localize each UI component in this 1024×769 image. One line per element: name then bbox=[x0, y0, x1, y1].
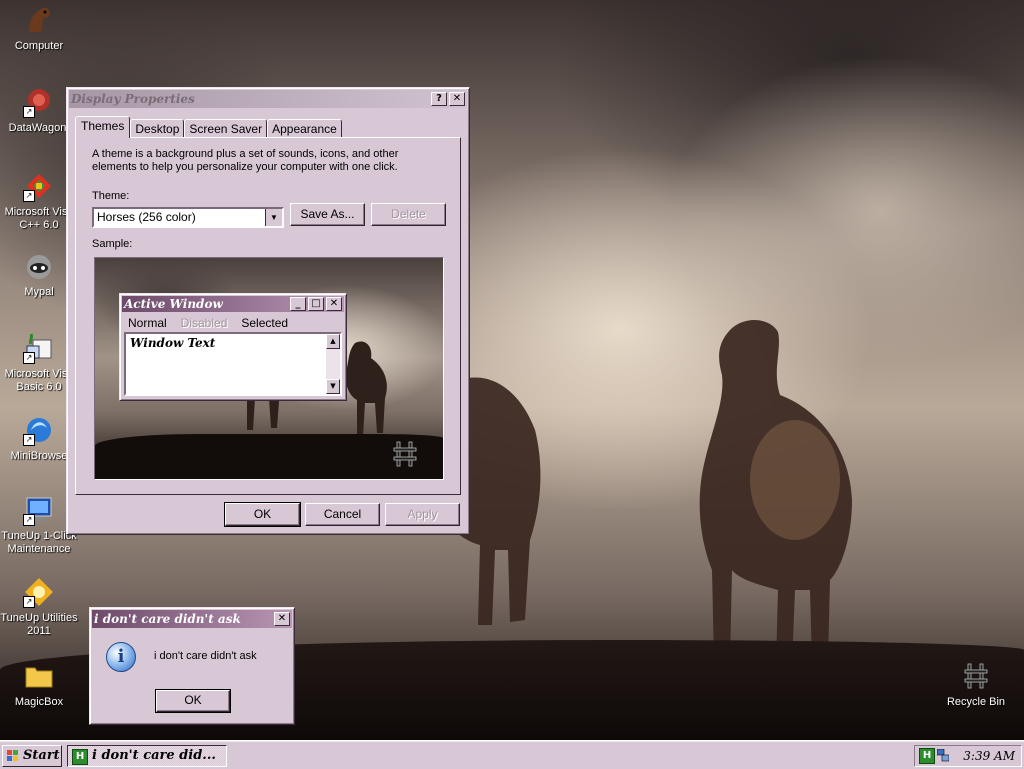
sample-label: Sample: bbox=[92, 238, 133, 250]
desktop-icon-recycle-bin[interactable]: Recycle Bin bbox=[937, 660, 1015, 709]
themes-tab-panel: A theme is a background plus a set of so… bbox=[75, 137, 461, 495]
sample-window-titlebar: Active Window _ □ ✕ bbox=[122, 296, 344, 312]
sample-recycle-bin-icon bbox=[393, 441, 417, 467]
shortcut-arrow-icon: ↗ bbox=[23, 514, 35, 526]
minimize-icon: _ bbox=[290, 297, 306, 311]
sample-menu-bar: Normal Disabled Selected bbox=[120, 314, 346, 332]
sample-menu-normal: Normal bbox=[128, 316, 167, 330]
desktop-icon-label: Computer bbox=[14, 40, 64, 52]
theme-sample-preview: Active Window _ □ ✕ Normal Disabled Sele… bbox=[94, 257, 444, 480]
close-button[interactable]: ✕ bbox=[274, 612, 290, 626]
display-properties-window: Display Properties ? ✕ Themes Desktop Sc… bbox=[66, 87, 470, 535]
mypal-icon bbox=[23, 250, 55, 282]
windows-logo-icon bbox=[7, 750, 19, 762]
save-as-button[interactable]: Save As... bbox=[290, 203, 365, 226]
taskbar-clock[interactable]: 3:39 AM bbox=[963, 746, 1015, 766]
message-box-window: i don't care didn't ask ✕ i i don't care… bbox=[89, 607, 295, 725]
shortcut-arrow-icon: ↗ bbox=[23, 190, 35, 202]
help-button[interactable]: ? bbox=[431, 92, 447, 106]
desktop-icon-label: Microsoft Visu C++ 6.0 bbox=[4, 206, 74, 231]
desktop-icon-label: MiniBrowse bbox=[10, 450, 68, 462]
theme-dropdown-value: Horses (256 color) bbox=[97, 210, 196, 224]
taskbar-button-label: i don't care did... bbox=[92, 748, 216, 763]
desktop-icon-label: DataWagon. bbox=[8, 122, 70, 134]
wallpaper-horses-image bbox=[400, 320, 852, 665]
theme-dropdown[interactable]: Horses (256 color) ▼ bbox=[92, 207, 284, 228]
message-box-title: i don't care didn't ask bbox=[94, 612, 241, 626]
sample-menu-selected: Selected bbox=[241, 316, 289, 330]
tab-desktop[interactable]: Desktop bbox=[130, 119, 185, 138]
visual-cpp-icon: ↗ bbox=[23, 170, 55, 202]
desktop-icon-label: Mypal bbox=[24, 286, 54, 298]
desktop-icon-label: Microsoft Visu Basic 6.0 bbox=[4, 368, 74, 393]
close-icon: ✕ bbox=[326, 297, 342, 311]
theme-label: Theme: bbox=[92, 190, 130, 202]
close-button[interactable]: ✕ bbox=[449, 92, 465, 106]
cancel-button[interactable]: Cancel bbox=[305, 503, 380, 526]
tuneup-utilities-icon: ↗ bbox=[23, 576, 55, 608]
theme-description: A theme is a background plus a set of so… bbox=[92, 148, 399, 173]
desktop-icon-label: Recycle Bin bbox=[946, 696, 1006, 708]
tab-appearance[interactable]: Appearance bbox=[267, 119, 342, 138]
shortcut-arrow-icon: ↗ bbox=[23, 434, 35, 446]
ok-button[interactable]: OK bbox=[224, 502, 301, 527]
start-label: Start bbox=[23, 748, 60, 763]
sample-window-text: Window Text bbox=[130, 336, 216, 350]
apply-button[interactable]: Apply bbox=[385, 503, 460, 526]
window-title: Display Properties bbox=[71, 92, 195, 106]
delete-button[interactable]: Delete bbox=[371, 203, 446, 226]
message-text: i don't care didn't ask bbox=[154, 650, 257, 662]
recycle-bin-icon bbox=[960, 660, 992, 692]
scroll-up-icon: ▲ bbox=[326, 334, 340, 349]
tuneup-maintenance-icon: ↗ bbox=[23, 494, 55, 526]
scroll-down-icon: ▼ bbox=[326, 379, 340, 394]
sample-active-window: Active Window _ □ ✕ Normal Disabled Sele… bbox=[119, 293, 347, 401]
desktop-icon-magicbox[interactable]: MagicBox bbox=[0, 660, 78, 709]
datawagon-icon: ↗ bbox=[23, 86, 55, 118]
taskbar: Start H i don't care did... H 3:39 AM bbox=[0, 740, 1024, 769]
chevron-down-icon[interactable]: ▼ bbox=[265, 209, 282, 226]
visual-basic-icon: ↗ bbox=[23, 332, 55, 364]
folder-icon bbox=[23, 660, 55, 692]
desktop-icon-label: TuneUp Utilities 2011 bbox=[0, 612, 78, 637]
shortcut-arrow-icon: ↗ bbox=[23, 352, 35, 364]
desktop-icon-label: MagicBox bbox=[14, 696, 64, 708]
start-button[interactable]: Start bbox=[2, 745, 62, 767]
sample-window-title: Active Window bbox=[124, 297, 223, 311]
app-h-icon: H bbox=[72, 749, 88, 765]
taskbar-button-message-box[interactable]: H i don't care did... bbox=[67, 745, 227, 767]
network-icon[interactable] bbox=[936, 748, 950, 762]
message-box-titlebar[interactable]: i don't care didn't ask ✕ bbox=[92, 610, 292, 628]
tray-h-icon[interactable]: H bbox=[919, 748, 935, 764]
desktop-icon-tuneup-utilities[interactable]: ↗ TuneUp Utilities 2011 bbox=[0, 576, 78, 638]
information-icon: i bbox=[106, 642, 136, 672]
maximize-icon: □ bbox=[308, 297, 324, 311]
shortcut-arrow-icon: ↗ bbox=[23, 596, 35, 608]
message-ok-button[interactable]: OK bbox=[155, 689, 231, 713]
system-tray: H 3:39 AM bbox=[914, 745, 1022, 767]
display-properties-titlebar[interactable]: Display Properties ? ✕ bbox=[69, 90, 467, 108]
minibrowser-icon: ↗ bbox=[23, 414, 55, 446]
sample-menu-disabled: Disabled bbox=[180, 316, 228, 330]
horse-computer-icon bbox=[23, 4, 55, 36]
desktop-icon-computer[interactable]: Computer bbox=[0, 4, 78, 53]
sample-scrollbar: ▲ ▼ bbox=[326, 334, 340, 394]
tab-strip: Themes Desktop Screen Saver Appearance bbox=[75, 116, 342, 138]
sample-window-text-area: Window Text ▲ ▼ bbox=[124, 332, 342, 396]
tab-themes[interactable]: Themes bbox=[75, 116, 131, 138]
shortcut-arrow-icon: ↗ bbox=[23, 106, 35, 118]
tab-screen-saver[interactable]: Screen Saver bbox=[184, 119, 268, 138]
